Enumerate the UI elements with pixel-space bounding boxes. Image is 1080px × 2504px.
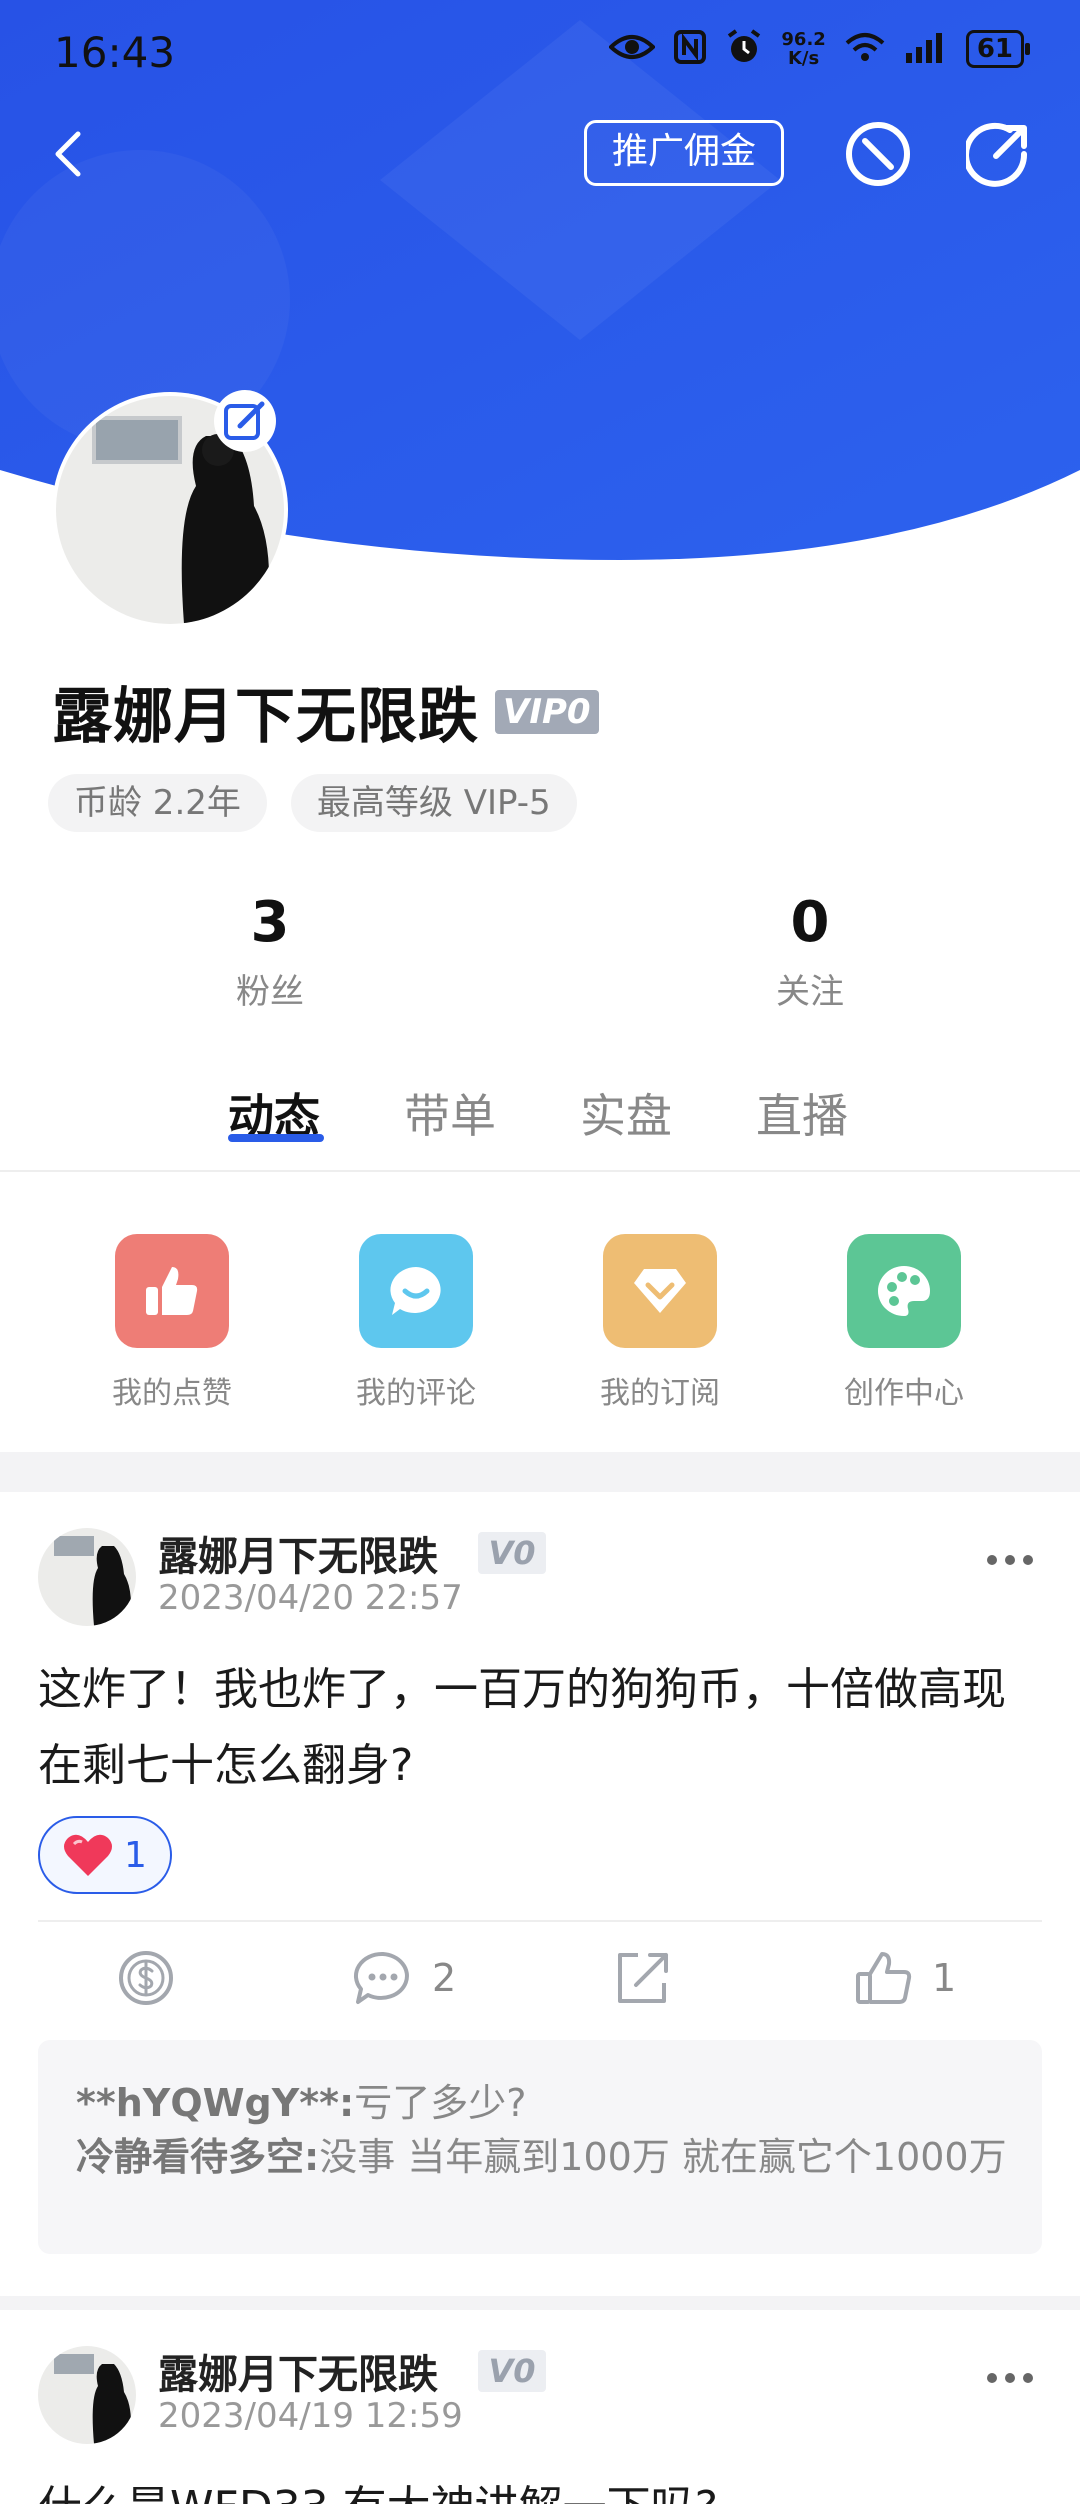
post-author-avatar[interactable] [38,2346,136,2444]
status-icons: 96.2 K/s 61 [608,28,1031,70]
more-dots-icon [987,2373,1033,2383]
thumbs-up-outline-icon [856,1952,912,2004]
block-button[interactable] [844,120,912,188]
profile-tabs: 动态 带单 实盘 直播 [0,1070,1080,1170]
quick-label: 我的点赞 [112,1376,232,1411]
comment-item: 冷静看待多空:没事 当年赢到100万 就在赢它个1000万 [76,2130,1008,2184]
ban-icon [846,122,910,186]
tag-coin-age: 币龄 2.2年 [48,774,267,832]
post-author-name[interactable]: 露娜月下无限跌 [158,2342,438,2400]
comment-user: 冷静看待多空: [76,2135,320,2179]
tab-live-account[interactable]: 实盘 [580,1080,672,1146]
vip-badge: VIP0 [495,689,599,734]
heart-icon [64,1834,112,1876]
divider [38,1920,1042,1922]
more-options-button[interactable] [984,1550,1036,1570]
quick-label: 我的订阅 [600,1376,720,1411]
username: 露娜月下无限跌 [52,682,479,752]
thumbs-up-icon [115,1234,229,1348]
status-bar: 16:43 96.2 K/s 61 [0,0,1080,100]
net-speed: 96.2 K/s [781,29,826,69]
stat-following[interactable]: 0 关注 [710,888,910,1013]
tab-live-stream[interactable]: 直播 [756,1080,848,1146]
tip-button[interactable] [116,1948,176,2008]
followers-count: 3 [250,890,290,955]
post-content[interactable]: 这炸了！我也炸了，一百万的狗狗币，十倍做高现在剩七十怎么翻身? [38,1652,1048,1804]
post-timestamp: 2023/04/19 12:59 [158,2396,463,2436]
post-author-name[interactable]: 露娜月下无限跌 [158,1524,438,1582]
back-button[interactable] [46,120,90,186]
edit-avatar-button[interactable] [214,390,276,452]
following-label: 关注 [776,972,844,1012]
section-separator [0,1452,1080,1492]
back-icon [55,131,81,177]
post-author-badge: V0 [478,1532,546,1574]
tag-max-level: 最高等级 VIP-5 [290,774,577,832]
chat-bubble-icon [359,1234,473,1348]
comment-preview[interactable]: **hYQWgY**:亏了多少? 冷静看待多空:没事 当年赢到100万 就在赢它… [38,2040,1042,2254]
coin-icon [119,1951,173,2005]
followers-label: 粉丝 [236,972,304,1012]
username-row: 露娜月下无限跌 VIP0 [52,668,599,755]
tab-copy-trading[interactable]: 带单 [404,1080,496,1146]
post-author-badge: V0 [478,2350,546,2392]
like-count: 1 [932,1956,957,2000]
profile-page: 16:43 96.2 K/s 61 推广佣金 露娜月下无限跌 VIP0 币龄 2… [0,0,1080,2504]
comment-text: 亏了多少? [354,2081,527,2125]
signal-icon [904,31,948,67]
battery-indicator: 61 [965,30,1031,68]
quick-my-subscriptions[interactable]: 我的订阅 [580,1234,740,1412]
status-time: 16:43 [54,28,176,77]
post-author-avatar[interactable] [38,1528,136,1626]
comment-item: **hYQWgY**:亏了多少? [76,2076,1008,2130]
quick-my-comments[interactable]: 我的评论 [336,1234,496,1412]
section-separator [0,2296,1080,2310]
palette-icon [847,1234,961,1348]
share-button[interactable] [963,120,1030,188]
comment-count: 2 [432,1956,457,2000]
edit-icon [224,401,265,440]
stat-followers[interactable]: 3 粉丝 [170,888,370,1013]
divider [0,1170,1080,1172]
more-dots-icon [987,1555,1033,1565]
like-button[interactable]: 1 [854,1948,956,2008]
profile-tags: 币龄 2.2年 最高等级 VIP-5 [48,774,577,832]
reaction-count: 1 [124,1834,147,1876]
following-count: 0 [790,890,830,955]
subscribe-diamond-icon [603,1234,717,1348]
active-tab-indicator [228,1134,324,1142]
post-content[interactable]: 什么是WFD33 有大神讲解一下吗? [38,2470,1048,2504]
eye-icon [608,31,657,67]
forward-button[interactable] [614,1948,672,2008]
comment-text: 没事 当年赢到100万 就在赢它个1000万 [319,2135,1007,2179]
promo-commission-button[interactable]: 推广佣金 [584,120,784,186]
quick-label: 我的评论 [356,1376,476,1411]
post-timestamp: 2023/04/20 22:57 [158,1578,463,1618]
share-icon [963,122,1028,187]
comment-user: **hYQWgY**: [76,2081,355,2125]
quick-my-likes[interactable]: 我的点赞 [92,1234,252,1412]
more-options-button[interactable] [984,2368,1036,2388]
comment-button[interactable]: 2 [352,1948,456,2008]
quick-creator-center[interactable]: 创作中心 [824,1234,984,1412]
nfc-icon [673,29,707,69]
comment-icon [353,1951,409,2004]
quick-label: 创作中心 [844,1376,964,1411]
wifi-icon [844,31,886,67]
forward-icon [618,1953,668,2003]
reaction-chip[interactable]: 1 [38,1816,172,1894]
alarm-icon [725,28,763,70]
post-card[interactable]: 露娜月下无限跌 V0 2023/04/19 12:59 什么是WFD33 有大神… [0,2310,1080,2504]
